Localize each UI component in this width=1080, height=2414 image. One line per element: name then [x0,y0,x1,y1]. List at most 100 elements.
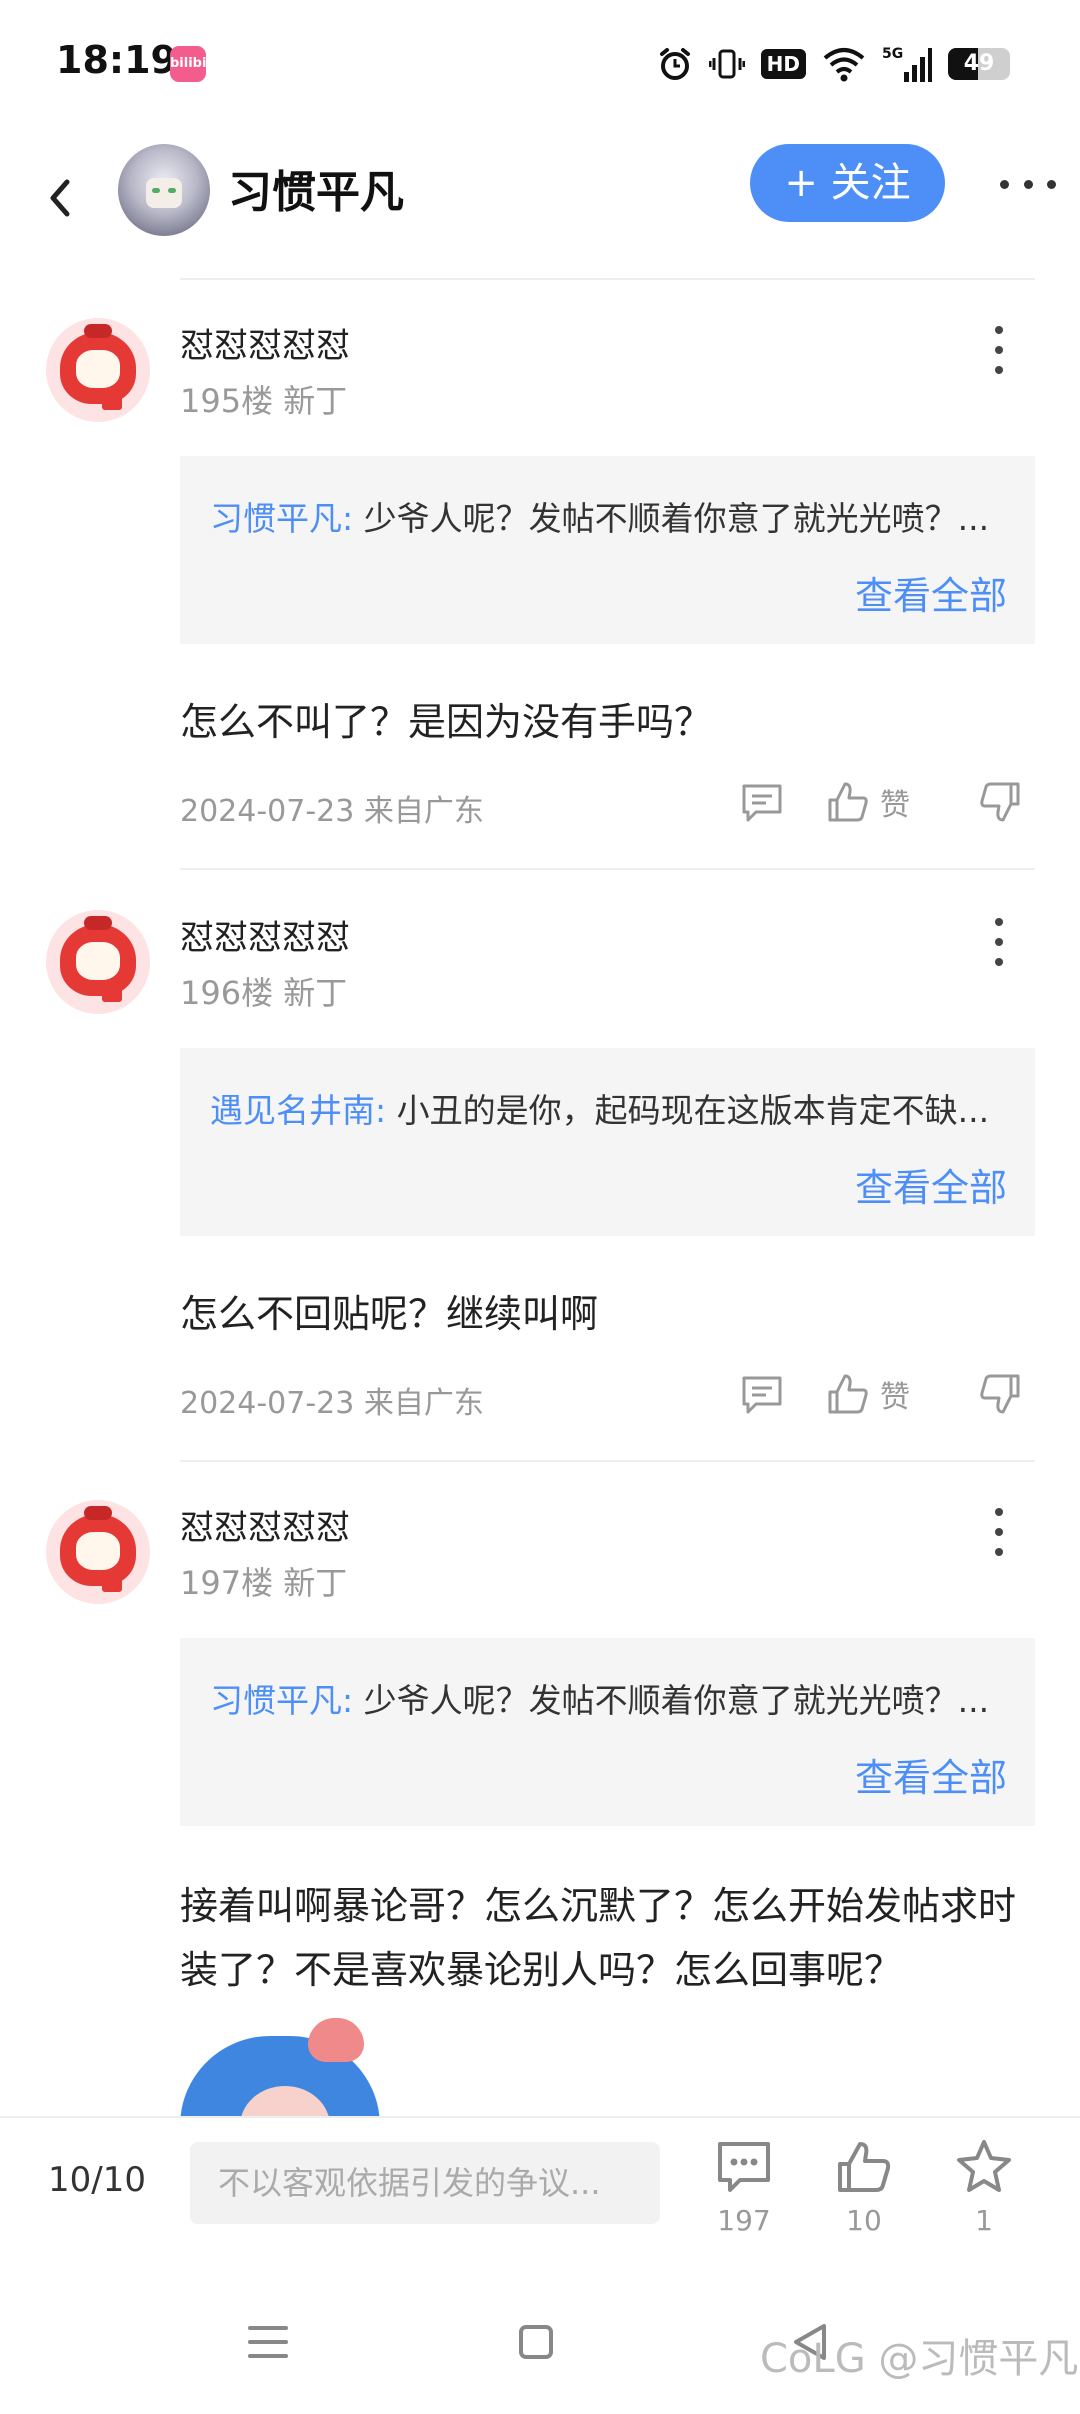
divider [180,868,1035,870]
dot-icon [1000,179,1009,189]
thumbs-up-icon [828,782,868,822]
thread-like-button[interactable]: 10 [814,2138,914,2248]
like-label: 赞 [880,1380,910,1415]
dot-icon [995,1548,1003,1556]
avatar-bow [84,1506,112,1520]
thread-header: 习惯平凡 + 关注 [0,130,1080,280]
dot-icon [995,366,1003,374]
comment-text: 接着叫啊暴论哥？怎么沉默了？怎么开始发帖求时装了？不是喜欢暴论别人吗？怎么回事呢… [180,1884,1017,1992]
like-label: 赞 [880,788,910,823]
follow-button[interactable]: + 关注 [750,144,945,222]
chevron-left-icon [50,179,70,217]
avatar-face [146,178,182,208]
divider [180,278,1035,280]
dot-icon [995,918,1003,926]
page-indicator[interactable]: 10/10 [48,2160,146,2200]
thumbs-up-icon [838,2142,891,2192]
watermark: CoLG @习惯平凡 [760,2326,1078,2384]
battery-icon: 49 [948,48,1010,80]
quote-author[interactable]: 习惯平凡: [210,499,353,538]
view-all-link[interactable]: 查看全部 [855,1747,1007,1802]
comment-more-button[interactable] [984,918,1014,966]
avatar-eye [168,188,176,193]
commenter-avatar[interactable] [46,910,150,1014]
commenter-name[interactable]: 怼怼怼怼怼 [180,1500,350,1549]
sticker-image [180,2016,380,2126]
reply-input-box[interactable] [190,2142,660,2224]
thumbs-up-icon [828,1374,868,1414]
quote-line: 习惯平凡: 少爷人呢？发帖不顺着你意了就光光喷？... [210,1674,1010,1722]
home-button[interactable] [496,2312,576,2372]
quote-line: 习惯平凡: 少爷人呢？发帖不顺着你意了就光光喷？... [210,492,1010,540]
reply-input[interactable] [190,2142,660,2224]
quote-ellipsis: ... [957,1681,990,1720]
floor-label: 195楼 新丁 [180,382,348,420]
vibrate-icon [708,46,745,82]
commenter-avatar[interactable] [46,1500,150,1604]
quoted-reply[interactable]: 习惯平凡: 少爷人呢？发帖不顺着你意了就光光喷？... 查看全部 [180,456,1035,644]
status-icons: HD 5G 49 [657,40,1010,88]
divider [180,1460,1035,1462]
commenter-name[interactable]: 怼怼怼怼怼 [180,318,350,367]
dislike-button[interactable] [978,1372,1022,1416]
dislike-button[interactable] [978,780,1022,824]
commenter-name[interactable]: 怼怼怼怼怼 [180,910,350,959]
system-navigation-bar: CoLG @习惯平凡 [0,2266,1080,2414]
quote-line: 遇见名井南: 小丑的是你，起码现在这版本肯定不缺... [210,1084,1010,1132]
avatar-face [76,350,120,388]
home-square-icon [519,2325,553,2359]
comment-count: 197 [717,2204,771,2237]
wifi-icon [822,46,866,82]
comment-more-button[interactable] [984,1508,1014,1556]
quote-text: 少爷人呢？发帖不顺着你意了就光光喷？ [353,499,958,538]
avatar-eye [152,188,160,193]
comment-meta: 2024-07-23 来自广东 [180,1386,484,1421]
quote-author[interactable]: 遇见名井南: [210,1091,386,1130]
dot-icon [1047,179,1056,189]
comment-meta: 2024-07-23 来自广东 [180,794,484,829]
avatar-bow [84,916,112,930]
reply-button[interactable] [740,1372,784,1416]
quoted-reply[interactable]: 遇见名井南: 小丑的是你，起码现在这版本肯定不缺... 查看全部 [180,1048,1035,1236]
clock: 18:19 [56,38,177,82]
quote-author[interactable]: 习惯平凡: [210,1681,353,1720]
reply-icon [742,1376,782,1414]
menu-button[interactable] [228,2312,308,2372]
dot-icon [995,958,1003,966]
quoted-reply[interactable]: 习惯平凡: 少爷人呢？发帖不顺着你意了就光光喷？... 查看全部 [180,1638,1035,1826]
back-button[interactable] [30,168,90,228]
avatar-tag [102,1574,122,1592]
like-button[interactable]: 赞 [826,780,910,824]
reply-button[interactable] [740,780,784,824]
view-all-link[interactable]: 查看全部 [855,565,1007,620]
avatar-bow [84,324,112,338]
view-all-link[interactable]: 查看全部 [855,1157,1007,1212]
network-type-label: 5G [882,46,903,62]
hd-icon: HD [760,49,806,79]
floor-label: 197楼 新丁 [180,1564,348,1602]
bilibili-app-icon: bilibili [170,46,215,82]
favorite-count: 1 [975,2204,993,2237]
menu-icon [248,2326,288,2358]
signal-icon: 5G [882,44,932,84]
dot-icon [995,1508,1003,1516]
like-button[interactable]: 赞 [826,1372,910,1416]
avatar-tag [102,984,122,1002]
more-options-button[interactable] [1000,164,1056,204]
dot-icon [995,326,1003,334]
sticker-ear [308,2018,364,2062]
alarm-icon [657,46,693,82]
star-icon [957,2140,1011,2192]
comment-more-button[interactable] [984,326,1014,374]
watermark-logo: CoLG [760,2336,866,2382]
quote-ellipsis: ... [957,1091,990,1130]
author-name[interactable]: 习惯平凡 [228,156,404,220]
avatar-tag [102,392,122,410]
favorite-button[interactable]: 1 [934,2138,1034,2248]
comments-button[interactable]: 197 [694,2138,794,2248]
dot-icon [1023,179,1033,189]
thumbs-down-icon [980,1374,1020,1414]
author-avatar[interactable] [118,144,210,236]
comment-text: 怎么不回贴呢？继续叫啊 [180,1292,599,1336]
commenter-avatar[interactable] [46,318,150,422]
